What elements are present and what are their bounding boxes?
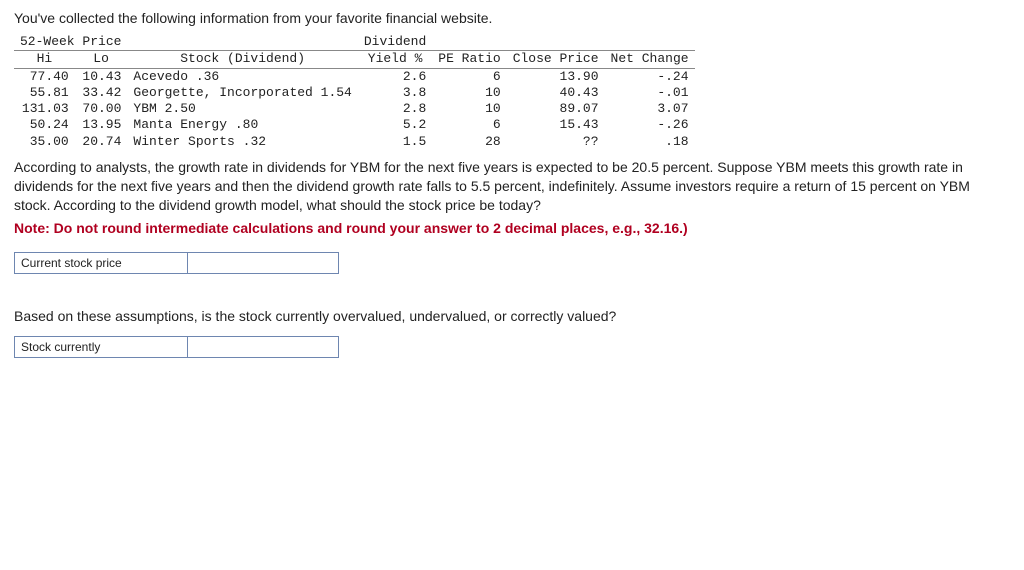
cell-stock: Winter Sports .32 (127, 134, 357, 150)
col-close: Close Price (507, 51, 605, 68)
cell-net: .18 (605, 134, 695, 150)
question-paragraph: According to analysts, the growth rate i… (14, 158, 1010, 215)
cell-yield: 5.2 (358, 117, 432, 133)
cell-lo: 70.00 (75, 101, 128, 117)
intro-text: You've collected the following informati… (14, 10, 1010, 26)
cell-hi: 77.40 (14, 68, 75, 85)
cell-lo: 20.74 (75, 134, 128, 150)
col-lo: Lo (75, 51, 128, 68)
cell-pe: 28 (432, 134, 506, 150)
cell-yield: 2.8 (358, 101, 432, 117)
table-row: 35.0020.74Winter Sports .321.528??.18 (14, 134, 695, 150)
table-row: 50.2413.95Manta Energy .805.2615.43-.26 (14, 117, 695, 133)
cell-hi: 131.03 (14, 101, 75, 117)
cell-lo: 33.42 (75, 85, 128, 101)
col-pe: PE Ratio (432, 51, 506, 68)
table-header-row: Hi Lo Stock (Dividend) Yield % PE Ratio … (14, 51, 695, 68)
cell-stock: YBM 2.50 (127, 101, 357, 117)
cell-pe: 10 (432, 101, 506, 117)
cell-pe: 10 (432, 85, 506, 101)
col-hi: Hi (14, 51, 75, 68)
cell-stock: Georgette, Incorporated 1.54 (127, 85, 357, 101)
stock-data-table: 52-Week Price Dividend Hi Lo Stock (Divi… (14, 34, 695, 150)
cell-yield: 1.5 (358, 134, 432, 150)
cell-stock: Acevedo .36 (127, 68, 357, 85)
col-net: Net Change (605, 51, 695, 68)
answer1-label: Current stock price (15, 253, 188, 274)
table-row: 55.8133.42Georgette, Incorporated 1.543.… (14, 85, 695, 101)
super-dividend: Dividend (358, 34, 432, 51)
cell-close: 13.90 (507, 68, 605, 85)
super-52wk-price: 52-Week Price (14, 34, 127, 51)
answer-block-2: Stock currently (14, 336, 1010, 358)
answer-block-1: Current stock price (14, 252, 1010, 274)
table-super-header: 52-Week Price Dividend (14, 34, 695, 51)
cell-pe: 6 (432, 68, 506, 85)
cell-stock: Manta Energy .80 (127, 117, 357, 133)
cell-net: 3.07 (605, 101, 695, 117)
cell-yield: 3.8 (358, 85, 432, 101)
cell-lo: 10.43 (75, 68, 128, 85)
current-stock-price-input[interactable] (188, 253, 338, 273)
cell-hi: 35.00 (14, 134, 75, 150)
answer2-label: Stock currently (15, 337, 188, 358)
stock-currently-input[interactable] (188, 337, 338, 357)
cell-close: 89.07 (507, 101, 605, 117)
table-row: 131.0370.00YBM 2.502.81089.073.07 (14, 101, 695, 117)
cell-net: -.24 (605, 68, 695, 85)
table-row: 77.4010.43Acevedo .362.6613.90-.24 (14, 68, 695, 85)
cell-hi: 55.81 (14, 85, 75, 101)
cell-yield: 2.6 (358, 68, 432, 85)
cell-net: -.01 (605, 85, 695, 101)
question2-text: Based on these assumptions, is the stock… (14, 308, 1010, 324)
col-yield: Yield % (358, 51, 432, 68)
cell-close: ?? (507, 134, 605, 150)
cell-hi: 50.24 (14, 117, 75, 133)
cell-close: 15.43 (507, 117, 605, 133)
col-stock: Stock (Dividend) (127, 51, 357, 68)
cell-close: 40.43 (507, 85, 605, 101)
cell-lo: 13.95 (75, 117, 128, 133)
rounding-note: Note: Do not round intermediate calculat… (14, 220, 1010, 236)
cell-net: -.26 (605, 117, 695, 133)
cell-pe: 6 (432, 117, 506, 133)
